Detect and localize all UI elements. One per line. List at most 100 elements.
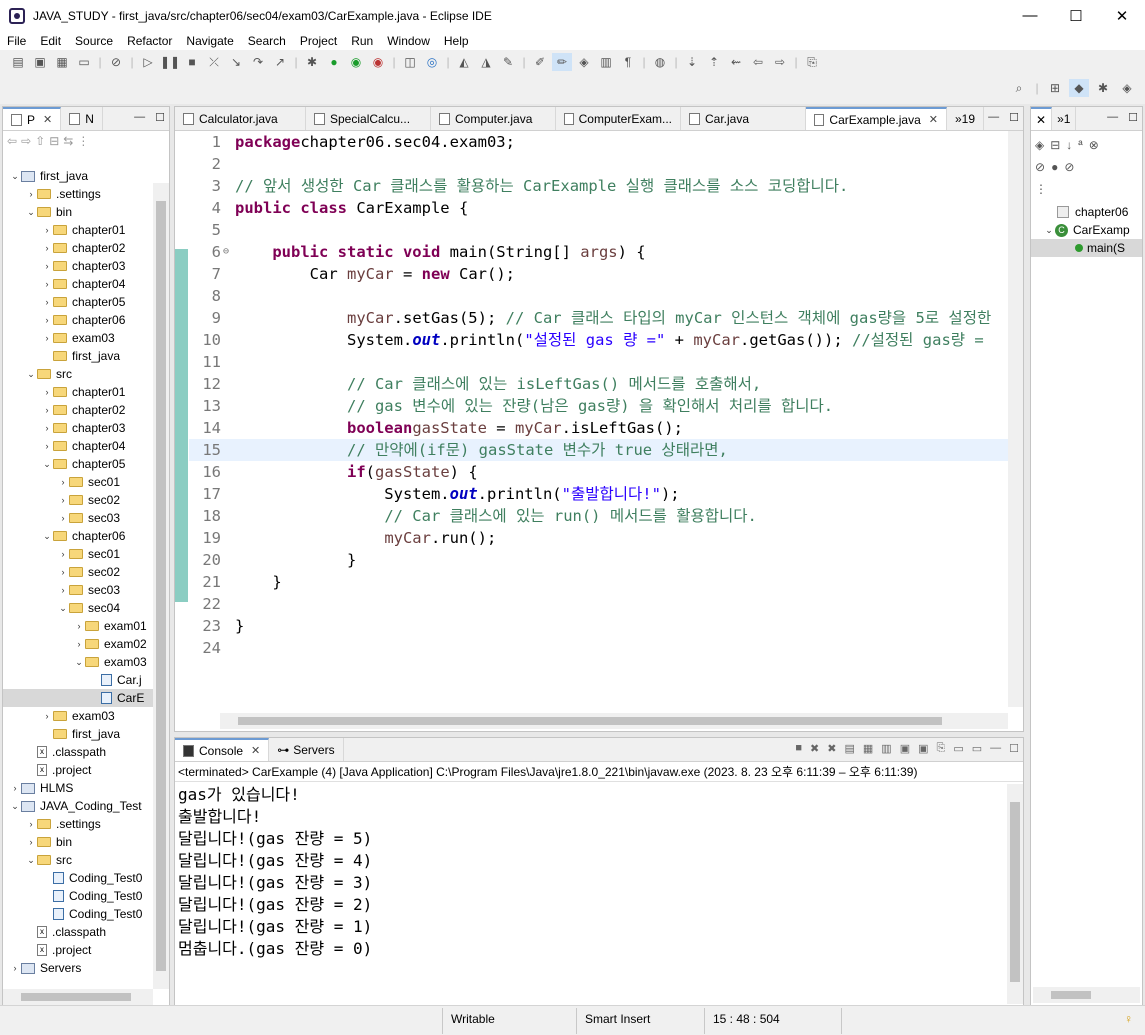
tree-item[interactable]: ⌄ src (3, 365, 153, 383)
expanded-chevron-icon[interactable]: ⌄ (9, 801, 21, 812)
code-line[interactable]: 14 booleangasState = myCar.isLeftGas(); (189, 417, 1008, 439)
scrollbar-thumb[interactable] (1010, 802, 1020, 982)
expanded-chevron-icon[interactable]: ⌄ (57, 603, 69, 614)
tree-item[interactable]: › chapter03 (3, 419, 153, 437)
tree-item[interactable]: ⌄ JAVA_Coding_Test (3, 797, 153, 815)
maximize-pane-icon[interactable]: ☐ (1009, 742, 1019, 755)
menu-item-file[interactable]: File (0, 34, 33, 48)
explorer-hscrollbar[interactable] (3, 989, 153, 1005)
terminate-icon[interactable]: ■ (182, 53, 202, 71)
forward-icon[interactable]: ⇨ (21, 134, 35, 148)
expanded-chevron-icon[interactable]: ⌄ (25, 369, 37, 380)
last-edit-icon[interactable]: ⇜ (726, 53, 746, 71)
tree-item[interactable]: › chapter01 (3, 383, 153, 401)
code-line[interactable]: 1 packagechapter06.sec04.exam03; (189, 131, 1008, 153)
minimize-button[interactable]: — (1007, 0, 1053, 31)
terminal-icon[interactable]: ▭ (74, 53, 94, 71)
console-output[interactable]: gas가 있습니다! 출발합니다! 달립니다!(gas 잔량 = 5) 달립니다!(g… (178, 784, 1001, 985)
collapsed-chevron-icon[interactable]: › (57, 585, 69, 595)
toggle-block-selection-icon[interactable]: ◈ (574, 53, 594, 71)
tree-item[interactable]: Car.j (3, 671, 153, 689)
menu-item-help[interactable]: Help (437, 34, 476, 48)
tree-item[interactable]: › sec02 (3, 563, 153, 581)
save-icon[interactable]: ▣ (30, 53, 50, 71)
insert-mode-status[interactable]: Smart Insert (585, 1012, 650, 1026)
editor-vscrollbar[interactable] (1008, 131, 1023, 707)
collapsed-chevron-icon[interactable]: › (57, 513, 69, 523)
collapse-all-icon[interactable]: ⊟ (1050, 138, 1066, 152)
outline-item[interactable]: ⌄ C CarExamp (1031, 221, 1142, 239)
code-line[interactable]: 19 myCar.run(); (189, 527, 1008, 549)
back-icon[interactable]: ⇦ (748, 53, 768, 71)
search-icon[interactable]: ⌕ (1009, 79, 1029, 97)
collapsed-chevron-icon[interactable]: › (41, 243, 53, 253)
tree-item[interactable]: › chapter06 (3, 311, 153, 329)
git-perspective-icon[interactable]: ◈ (1117, 79, 1137, 97)
tree-item[interactable]: › sec01 (3, 473, 153, 491)
run-icon[interactable]: ● (324, 53, 344, 71)
tree-item[interactable]: › HLMS (3, 779, 153, 797)
maximize-pane-icon[interactable]: ☐ (1009, 111, 1019, 124)
collapsed-chevron-icon[interactable]: › (25, 189, 37, 199)
maximize-pane-icon[interactable]: ☐ (1128, 111, 1138, 124)
collapsed-chevron-icon[interactable]: › (41, 225, 53, 235)
editor-tab[interactable]: ComputerExam... (556, 107, 681, 130)
step-into-icon[interactable]: ↘ (226, 53, 246, 71)
close-icon[interactable]: ✕ (43, 113, 52, 126)
scrollbar-thumb[interactable] (21, 993, 131, 1001)
editor-tab[interactable]: Computer.java (431, 107, 556, 130)
menu-item-window[interactable]: Window (380, 34, 437, 48)
collapsed-chevron-icon[interactable]: › (41, 315, 53, 325)
external-tools-icon[interactable]: ◉ (368, 53, 388, 71)
tree-item[interactable]: › chapter01 (3, 221, 153, 239)
up-icon[interactable]: ⇧ (35, 134, 49, 148)
tree-item[interactable]: ⌄ chapter06 (3, 527, 153, 545)
code-line[interactable]: 17 System.out.println("출발합니다!"); (189, 483, 1008, 505)
code-line[interactable]: 11 (189, 351, 1008, 373)
collapsed-chevron-icon[interactable]: › (9, 963, 21, 973)
tree-item[interactable]: › bin (3, 833, 153, 851)
close-icon[interactable]: ✕ (929, 113, 938, 126)
new-class-icon[interactable]: ◎ (422, 53, 442, 71)
outline-hscrollbar[interactable] (1033, 987, 1140, 1003)
tree-item[interactable]: x .classpath (3, 743, 153, 761)
menu-item-navigate[interactable]: Navigate (179, 34, 240, 48)
debug-perspective-icon[interactable]: ✱ (1093, 79, 1113, 97)
tree-item[interactable]: › .settings (3, 815, 153, 833)
collapsed-chevron-icon[interactable]: › (41, 441, 53, 451)
disconnect-icon[interactable]: ⤫ (204, 53, 224, 71)
suspend-icon[interactable]: ❚❚ (160, 53, 180, 71)
menu-item-source[interactable]: Source (68, 34, 120, 48)
toggle-mark-occurrences-icon[interactable]: ✐ (530, 53, 550, 71)
fold-icon[interactable]: ⊖ (223, 241, 235, 263)
clear-console-icon[interactable]: ▤ (844, 742, 854, 755)
tree-item[interactable]: ⌄ chapter05 (3, 455, 153, 473)
tab-package-explorer[interactable]: P ✕ (3, 107, 62, 130)
show-whitespace-icon[interactable]: ¶ (618, 53, 638, 71)
show-stderr-icon[interactable]: ▣ (918, 742, 928, 755)
tree-item[interactable]: Coding_Test0 (3, 887, 153, 905)
tree-item[interactable]: › exam01 (3, 617, 153, 635)
code-area[interactable]: 1 packagechapter06.sec04.exam03; 2 3// 앞서 생… (189, 131, 1008, 706)
terminate-icon[interactable]: ■ (795, 742, 802, 755)
debug-icon[interactable]: ✱ (302, 53, 322, 71)
collapsed-chevron-icon[interactable]: › (9, 783, 21, 793)
collapsed-chevron-icon[interactable]: › (73, 639, 85, 649)
editor-tab[interactable]: SpecialCalcu... (306, 107, 431, 130)
close-icon[interactable]: ✕ (251, 744, 260, 757)
tree-item[interactable]: ⌄ src (3, 851, 153, 869)
collapsed-chevron-icon[interactable]: › (57, 549, 69, 559)
view-menu-icon[interactable]: ⋮ (1035, 182, 1053, 196)
expanded-chevron-icon[interactable]: ⌄ (1043, 225, 1055, 236)
sort-icon[interactable]: ↓ª (1066, 138, 1088, 152)
tree-item[interactable]: CarE (3, 689, 153, 707)
maximize-pane-icon[interactable]: ☐ (155, 111, 165, 124)
menu-item-project[interactable]: Project (293, 34, 344, 48)
editor-tab[interactable]: Calculator.java (175, 107, 306, 130)
tree-item[interactable]: › exam02 (3, 635, 153, 653)
explorer-scrollbar[interactable] (153, 183, 169, 989)
open-perspective-icon[interactable]: ⊞ (1045, 79, 1065, 97)
collapsed-chevron-icon[interactable]: › (25, 837, 37, 847)
minimize-pane-icon[interactable]: — (134, 111, 145, 124)
code-line[interactable]: 22 (189, 593, 1008, 615)
